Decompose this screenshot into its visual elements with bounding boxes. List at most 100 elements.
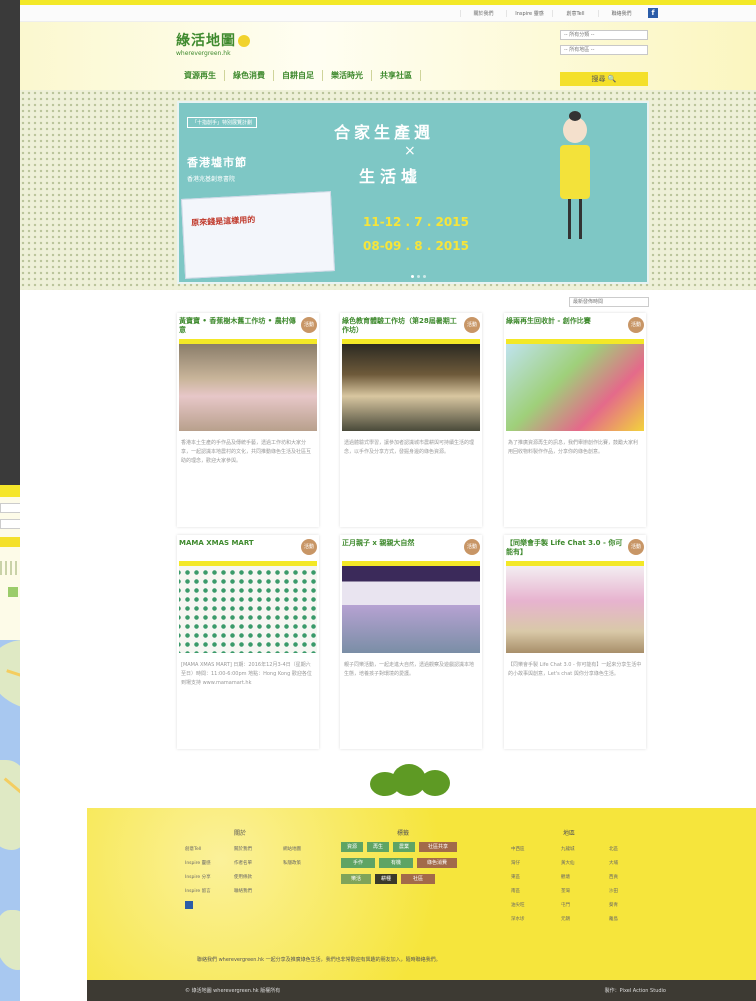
card-excerpt: 透過體驗式學習，讓參加者認識城市農耕與可持續生活的理念，以手作及分享方式，發掘身… (344, 440, 475, 455)
article-card[interactable]: 正月親子 x 親親大自然 活動 親子同樂活動，一起走進大自然，透過觀察及遊戲認識… (340, 535, 482, 749)
credit-text[interactable]: 製作：Pixel Action Studio (605, 987, 666, 994)
footer-link[interactable]: 創意Tell (185, 846, 201, 852)
district-link[interactable]: 屯門 (561, 902, 570, 908)
district-link[interactable]: 葵青 (609, 902, 618, 908)
card-badge: 活動 (628, 317, 644, 333)
nav-item-leisure[interactable]: 樂活時光 (323, 70, 372, 81)
tag-button[interactable]: 手作 (341, 858, 375, 868)
card-image[interactable] (342, 344, 480, 431)
district-link[interactable]: 大埔 (609, 860, 618, 866)
tag-button[interactable]: 社區 (401, 874, 435, 884)
card-excerpt: [MAMA XMAS MART] 日期：2016年12月3-4日（星期六至日）時… (181, 662, 312, 686)
card-excerpt: 【同樂會手製 Life Chat 3.0 - 你可能有】一起來分享生活中的小故事… (508, 662, 642, 677)
tag-button[interactable]: 社區共享 (419, 842, 457, 852)
district-link[interactable]: 觀塘 (561, 874, 570, 880)
facebook-icon[interactable] (185, 901, 193, 909)
tag-button[interactable]: 耕種 (375, 874, 397, 884)
tag-button[interactable]: 綠色消費 (417, 858, 457, 868)
footer-link[interactable]: 私隱政策 (283, 860, 301, 866)
toplink-inspire[interactable]: Inspire 靈感 (506, 9, 552, 17)
footer-link[interactable]: Inspire 留言 (185, 888, 211, 894)
shrub-illustration (370, 762, 452, 798)
footer-link[interactable]: 關於我們 (234, 846, 252, 852)
site-footer: 關於 創意Tell Inspire 靈感 Inspire 分享 Inspire … (87, 808, 756, 980)
toplink-about[interactable]: 關於我們 (460, 9, 506, 17)
card-image[interactable] (342, 566, 480, 653)
banner-times: × (404, 143, 416, 159)
site-header: 綠活地圖 wherevergreen.hk 資源再生 綠色消費 自耕自足 樂活時… (20, 22, 756, 90)
map-category-select[interactable] (0, 503, 22, 513)
article-card[interactable]: 綠兩再生回收計 - 創作比賽 活動 為了推廣資源再生的訊息，我們舉辦創作比賽，鼓… (504, 313, 646, 527)
search-button[interactable]: 搜尋 🔍 (560, 72, 648, 86)
district-link[interactable]: 東區 (511, 874, 520, 880)
article-card[interactable]: 黃寶寶 • 香蕉樹木舊工作坊 • 農村傳意 活動 香港本土生產的手作品及傳統手藝… (177, 313, 319, 527)
district-select[interactable]: -- 所有地區 -- (560, 45, 648, 55)
district-link[interactable]: 離島 (609, 916, 618, 922)
poster-text: 原來錢是這樣用的 (191, 215, 256, 228)
card-image[interactable] (179, 344, 317, 431)
banner-left-title: 香港墟市節 (187, 156, 247, 169)
card-title[interactable]: 正月親子 x 親親大自然 (342, 539, 460, 548)
card-title[interactable]: 【同樂會手製 Life Chat 3.0 - 你可能有】 (506, 539, 624, 557)
district-link[interactable]: 黃大仙 (561, 860, 575, 866)
card-image[interactable] (506, 344, 644, 431)
district-link[interactable]: 中西區 (511, 846, 525, 852)
card-title[interactable]: 綠兩再生回收計 - 創作比賽 (506, 317, 624, 326)
footer-link[interactable]: Inspire 分享 (185, 874, 211, 880)
card-excerpt: 為了推廣資源再生的訊息，我們舉辦創作比賽，鼓勵大家利用回收物料製作作品，分享你的… (508, 440, 639, 455)
footer-link[interactable]: 使用條款 (234, 874, 252, 880)
card-badge: 活動 (464, 539, 480, 555)
card-excerpt: 香港本土生產的手作品及傳統手藝，透過工作坊和大家分享，一起認識本地農村的文化，共… (181, 440, 312, 464)
district-link[interactable]: 沙田 (609, 888, 618, 894)
card-badge: 活動 (301, 317, 317, 333)
article-card[interactable]: 【同樂會手製 Life Chat 3.0 - 你可能有】 活動 【同樂會手製 L… (504, 535, 646, 749)
tag-button[interactable]: 再生 (367, 842, 389, 852)
card-excerpt: 親子同樂活動，一起走進大自然，透過觀察及遊戲認識本地生態，培養孩子對環境的愛護。 (344, 662, 475, 677)
map-search-button[interactable] (0, 537, 22, 547)
tag-button[interactable]: 樂活 (341, 874, 371, 884)
site-logo[interactable]: 綠活地圖 wherevergreen.hk (176, 30, 250, 57)
card-image[interactable] (506, 566, 644, 653)
nav-item-farming[interactable]: 自耕自足 (274, 70, 323, 81)
district-link[interactable]: 北區 (609, 846, 618, 852)
footer-link[interactable]: 聯絡我們 (234, 888, 252, 894)
banner-left-subtitle: 香港兆基創意書院 (187, 176, 236, 183)
card-title[interactable]: MAMA XMAS MART (179, 539, 297, 548)
footer-district-heading: 地區 (563, 830, 576, 837)
facebook-icon[interactable]: f (648, 8, 658, 18)
tag-button[interactable]: 農業 (393, 842, 415, 852)
district-link[interactable]: 油尖旺 (511, 902, 525, 908)
district-link[interactable]: 南區 (511, 888, 520, 894)
card-title[interactable]: 黃寶寶 • 香蕉樹木舊工作坊 • 農村傳意 (179, 317, 297, 335)
card-title[interactable]: 綠色教育體驗工作坊（第28屆暑期工作坊） (342, 317, 460, 335)
district-link[interactable]: 元朗 (561, 916, 570, 922)
logo-english: wherevergreen.hk (176, 50, 231, 57)
hero-banner[interactable]: 「十指創手」特別展覽計劃 香港墟市節 香港兆基創意書院 原來錢是這樣用的 合家生… (177, 101, 649, 284)
district-link[interactable]: 荃灣 (561, 888, 570, 894)
sort-select[interactable]: 最新發佈時間 (569, 297, 649, 307)
article-card[interactable]: 綠色教育體驗工作坊（第28屆暑期工作坊） 活動 透過體驗式學習，讓參加者認識城市… (340, 313, 482, 527)
card-image[interactable] (179, 566, 317, 653)
tag-button[interactable]: 有機 (379, 858, 413, 868)
banner-character-illustration (551, 111, 601, 257)
toplink-contact[interactable]: 聯絡我們 (598, 9, 644, 17)
district-link[interactable]: 深水埗 (511, 916, 525, 922)
banner-date-1: 11-12 . 7 . 2015 (363, 215, 469, 229)
nav-item-recycle[interactable]: 資源再生 (176, 70, 225, 81)
nav-item-community[interactable]: 共享社區 (372, 70, 421, 81)
footer-link[interactable]: 作者名單 (234, 860, 252, 866)
footer-link[interactable]: Inspire 靈感 (185, 860, 211, 866)
map-district-select[interactable] (0, 519, 22, 529)
footer-link[interactable]: 網站地圖 (283, 846, 301, 852)
toplink-creative[interactable]: 創意Tell (552, 9, 598, 17)
category-select[interactable]: -- 所有分類 -- (560, 30, 648, 40)
article-card[interactable]: MAMA XMAS MART 活動 [MAMA XMAS MART] 日期：20… (177, 535, 319, 749)
district-link[interactable]: 西貢 (609, 874, 618, 880)
nav-item-green-consume[interactable]: 綠色消費 (225, 70, 274, 81)
tag-button[interactable]: 資源 (341, 842, 363, 852)
district-link[interactable]: 九龍城 (561, 846, 575, 852)
banner-subtitle: 生活墟 (359, 167, 423, 186)
card-badge: 活動 (464, 317, 480, 333)
district-link[interactable]: 灣仔 (511, 860, 520, 866)
banner-pager[interactable] (411, 275, 426, 278)
